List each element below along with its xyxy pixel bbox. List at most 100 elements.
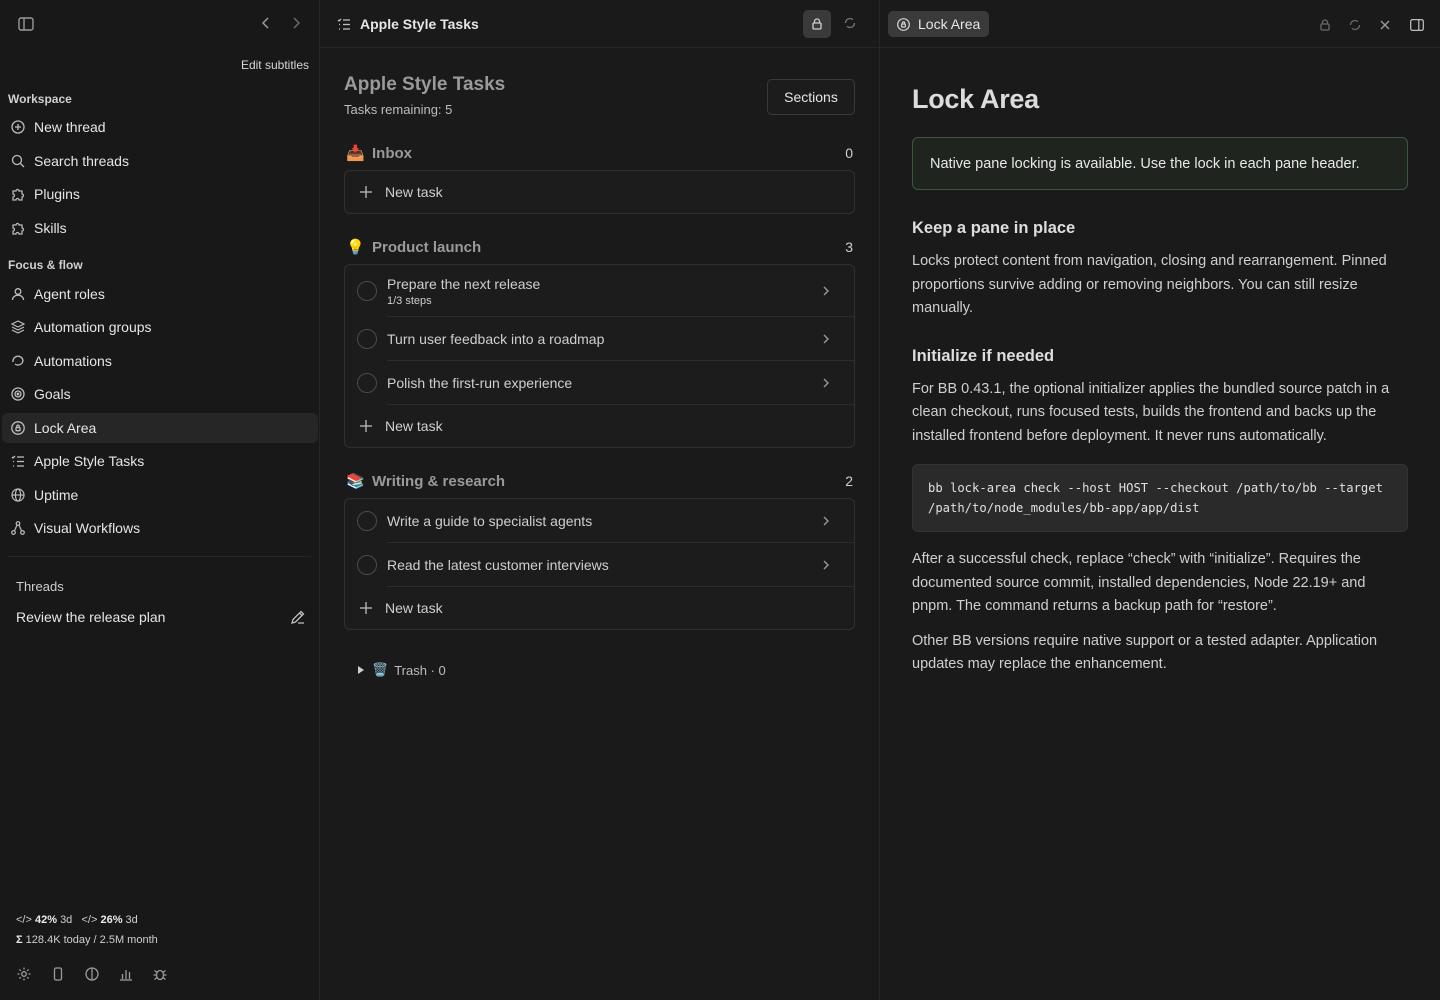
sidebar-item-agent-roles[interactable]: Agent roles xyxy=(2,279,318,309)
forward-arrow-icon[interactable] xyxy=(287,14,305,32)
workflow-icon xyxy=(11,521,25,535)
sidebar-item-skills[interactable]: Skills xyxy=(2,213,318,243)
task-row[interactable]: Write a guide to specialist agents xyxy=(345,499,854,543)
thread-item[interactable]: Review the release plan xyxy=(16,606,307,628)
threads-section-label: Threads xyxy=(16,579,64,594)
sidebar-item-label: Agent roles xyxy=(34,286,105,302)
sidebar-item-plugins[interactable]: Plugins xyxy=(2,179,318,209)
split-view-icon[interactable] xyxy=(84,966,100,982)
task-card-writing-research: Write a guide to specialist agents Read … xyxy=(344,498,855,630)
bar-chart-icon[interactable] xyxy=(118,966,134,982)
task-row[interactable]: Read the latest customer interviews xyxy=(345,543,854,587)
code-icon: </> xyxy=(81,914,98,926)
token-usage-row: Σ 128.4K today / 2.5M month xyxy=(16,930,158,950)
disclosure-triangle-icon xyxy=(358,666,364,674)
tasks-pane: Apple Style Tasks Apple Style Tasks Task… xyxy=(320,0,880,1000)
layers-icon xyxy=(10,320,26,334)
sidebar-top-bar xyxy=(0,0,319,48)
task-checkbox[interactable] xyxy=(357,329,377,349)
chevron-right-icon[interactable] xyxy=(820,377,832,389)
refresh-icon[interactable] xyxy=(843,16,857,30)
new-task-button[interactable]: New task xyxy=(345,171,854,213)
sidebar-item-lock-area[interactable]: Lock Area xyxy=(2,413,318,443)
sidebar-item-new-thread[interactable]: New thread xyxy=(2,112,318,142)
doc-pane-header: Lock Area xyxy=(880,0,1440,48)
tab-lock-area[interactable]: Lock Area xyxy=(888,11,990,37)
sidebar-item-uptime[interactable]: Uptime xyxy=(2,480,318,510)
chevron-right-icon[interactable] xyxy=(820,333,832,345)
pane-title: Apple Style Tasks xyxy=(360,15,479,32)
task-label: Write a guide to specialist agents xyxy=(387,513,593,529)
lock-circle-icon xyxy=(897,17,910,31)
code-icon: </> xyxy=(16,914,32,926)
group-name: Inbox xyxy=(372,144,412,162)
new-task-button[interactable]: New task xyxy=(345,587,854,629)
tasks-title: Apple Style Tasks xyxy=(344,74,506,95)
trash-toggle[interactable]: 🗑️ Trash · 0 xyxy=(356,662,446,678)
refresh-icon[interactable] xyxy=(1348,18,1362,32)
sidebar-item-apple-style-tasks[interactable]: Apple Style Tasks xyxy=(2,446,318,476)
usage-b-percent: 26% xyxy=(100,914,123,926)
tab-label: Lock Area xyxy=(918,16,981,32)
group-header-product-launch[interactable]: 💡 Product launch 3 xyxy=(346,236,853,258)
new-task-label: New task xyxy=(385,184,443,200)
sidebar-item-search-threads[interactable]: Search threads xyxy=(2,146,318,176)
group-count: 2 xyxy=(845,473,853,489)
group-header-writing-research[interactable]: 📚 Writing & research 2 xyxy=(346,470,853,492)
new-task-button[interactable]: New task xyxy=(345,405,854,447)
person-icon xyxy=(11,288,25,301)
paragraph-other: Other BB versions require native support… xyxy=(912,632,1378,673)
usage-a-percent: 42% xyxy=(34,914,57,926)
paragraph-after: After a successful check, replace “check… xyxy=(912,551,1366,614)
task-row[interactable]: Polish the first-run experience xyxy=(345,361,854,405)
sidebar-item-automations[interactable]: Automations xyxy=(2,346,318,376)
lock-icon[interactable] xyxy=(1318,18,1332,32)
close-icon[interactable] xyxy=(1378,18,1392,32)
sidebar-toggle-icon[interactable] xyxy=(16,14,36,34)
task-row[interactable]: Prepare the next release 1/3 steps xyxy=(345,265,854,317)
task-checkbox[interactable] xyxy=(357,373,377,393)
task-row[interactable]: Turn user feedback into a roadmap xyxy=(345,317,854,361)
new-task-label: New task xyxy=(385,418,443,434)
task-checkbox[interactable] xyxy=(357,555,377,575)
inbox-tray-icon: 📥 xyxy=(346,145,365,162)
sidebar-item-label: Lock Area xyxy=(34,420,97,436)
tasks-pane-header: Apple Style Tasks xyxy=(320,0,879,48)
sidebar-item-label: Plugins xyxy=(34,186,80,202)
trash-label: Trash · 0 xyxy=(394,662,446,678)
group-name: Writing & research xyxy=(372,472,506,490)
sidebar-item-visual-workflows[interactable]: Visual Workflows xyxy=(2,513,318,543)
info-callout: Native pane locking is available. Use th… xyxy=(912,137,1408,190)
sidebar-item-label: Uptime xyxy=(34,487,79,503)
chevron-right-icon[interactable] xyxy=(820,559,832,571)
chevron-right-icon[interactable] xyxy=(820,515,832,527)
sections-button[interactable]: Sections xyxy=(767,79,855,115)
phone-icon[interactable] xyxy=(50,966,66,982)
group-header-inbox[interactable]: 📥 Inbox 0 xyxy=(346,142,853,164)
sidebar-item-automation-groups[interactable]: Automation groups xyxy=(2,312,318,342)
section-heading-init: Initialize if needed xyxy=(912,346,1055,365)
books-icon: 📚 xyxy=(346,473,365,490)
settings-gear-icon[interactable] xyxy=(16,966,32,982)
plus-circle-icon xyxy=(11,120,25,134)
chevron-right-icon[interactable] xyxy=(820,285,832,297)
group-name: Product launch xyxy=(372,238,482,256)
puzzle-icon xyxy=(12,188,25,201)
right-panel-toggle-icon[interactable] xyxy=(1408,16,1426,34)
checklist-icon xyxy=(11,455,24,467)
task-checkbox[interactable] xyxy=(357,511,377,531)
task-checkbox[interactable] xyxy=(357,281,377,301)
loop-icon xyxy=(12,355,24,366)
sidebar-item-goals[interactable]: Goals xyxy=(2,379,318,409)
lock-icon[interactable] xyxy=(803,10,831,38)
bug-icon[interactable] xyxy=(152,966,168,982)
target-icon xyxy=(11,387,25,401)
globe-icon xyxy=(11,488,25,502)
edit-subtitles-link[interactable]: Edit subtitles xyxy=(241,58,309,72)
usage-stats: </> 42% 3d </> 26% 3d Σ 128.4K today / 2… xyxy=(16,910,158,950)
sidebar: Edit subtitles Workspace New thread Sear… xyxy=(0,0,320,1000)
back-arrow-icon[interactable] xyxy=(257,14,275,32)
edit-pencil-icon[interactable] xyxy=(289,608,307,626)
paragraph-init: For BB 0.43.1, the optional initializer … xyxy=(912,380,1390,444)
task-label: Read the latest customer interviews xyxy=(387,557,609,573)
